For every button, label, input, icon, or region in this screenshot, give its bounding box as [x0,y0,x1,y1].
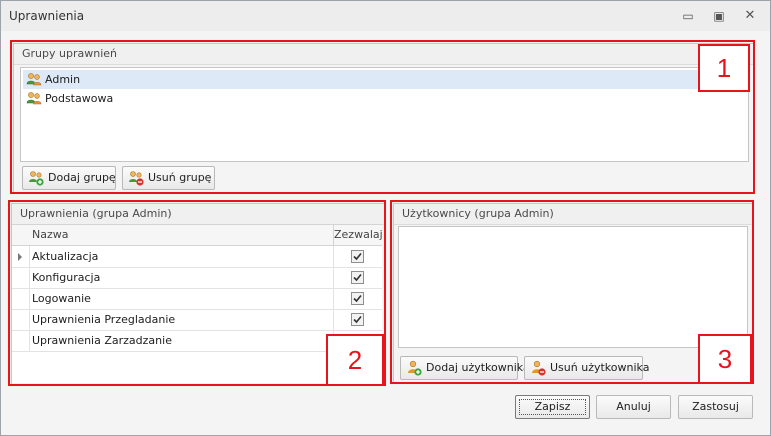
title-bar[interactable]: Uprawnienia ▭ ▣ ✕ [1,1,770,31]
annotation-label-2: 2 [326,334,384,386]
cancel-button[interactable]: Anuluj [596,395,671,419]
maximize-icon[interactable]: ▣ [708,7,730,25]
minimize-icon[interactable]: ▭ [677,7,699,25]
save-button[interactable]: Zapisz [515,395,590,419]
apply-button[interactable]: Zastosuj [678,395,753,419]
close-icon[interactable]: ✕ [739,7,761,25]
annotation-box-1 [10,40,755,194]
annotation-label-3: 3 [698,334,752,384]
annotation-label-1: 1 [698,44,750,92]
window-title: Uprawnienia [9,9,85,23]
save-label: Zapisz [534,400,571,413]
